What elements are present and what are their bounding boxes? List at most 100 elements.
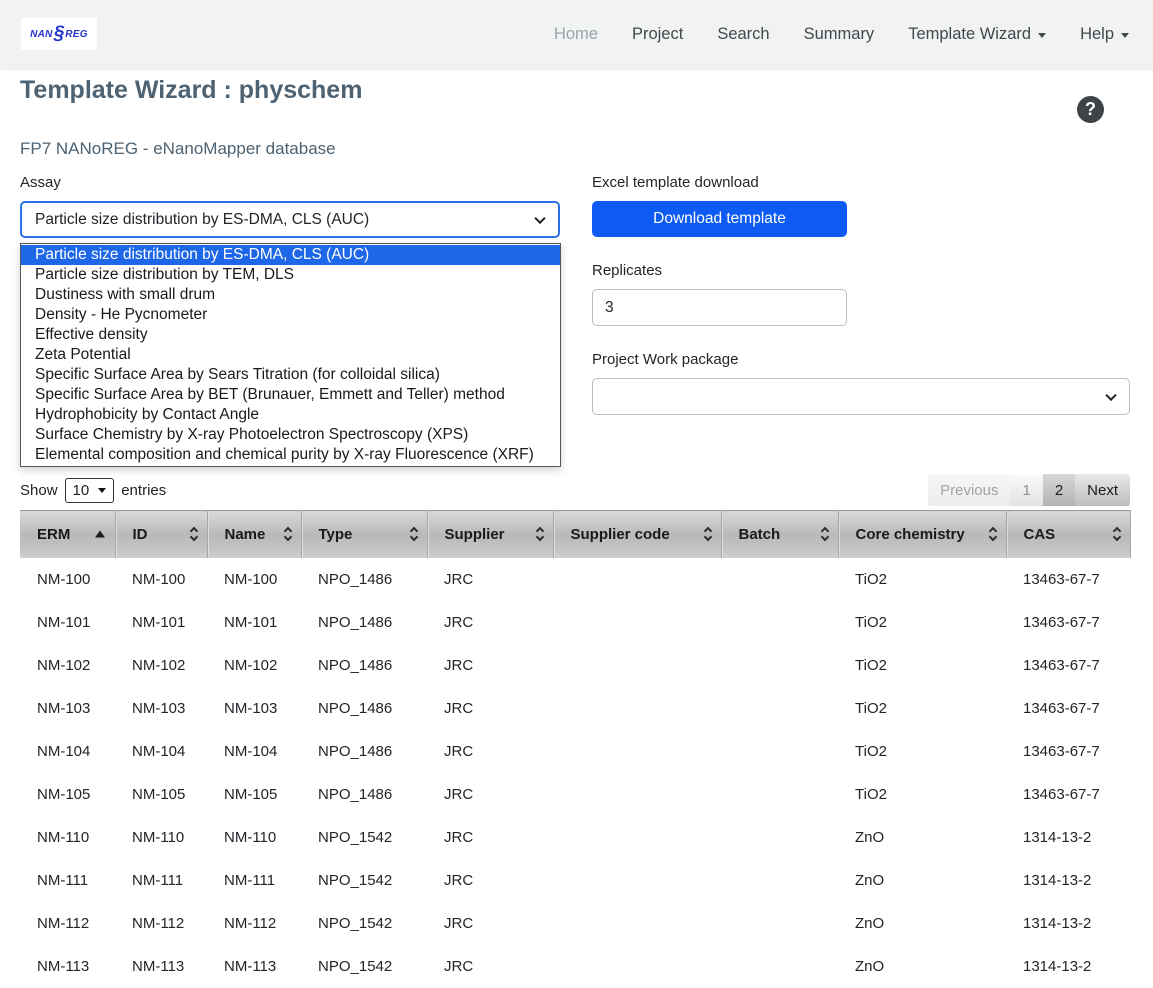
nav-item-label: Summary: [804, 25, 875, 44]
assay-option-label: Particle size distribution by TEM, DLS: [35, 266, 294, 283]
assay-option[interactable]: Surface Chemistry by X-ray Photoelectron…: [21, 425, 560, 445]
assay-option[interactable]: Zeta Potential: [21, 345, 560, 365]
cell-name: NM-102: [207, 644, 301, 687]
sort-icon: [95, 531, 105, 538]
pagination-button[interactable]: Previous: [928, 474, 1010, 506]
cell-name: NM-105: [207, 773, 301, 816]
sort-icon: [1114, 528, 1120, 540]
table-row[interactable]: NM-102 NM-102 NM-102 NPO_1486 JRC TiO2 1…: [20, 644, 1130, 687]
assay-option[interactable]: Particle size distribution by TEM, DLS: [21, 265, 560, 285]
cell-type: NPO_1542: [301, 945, 427, 988]
nav-item[interactable]: Summary: [804, 25, 875, 44]
column-header[interactable]: Batch: [721, 511, 838, 558]
excel-download-label: Excel template download: [592, 174, 1130, 192]
cell-supplier: JRC: [427, 558, 553, 601]
pagination-button[interactable]: 2: [1043, 474, 1075, 506]
cell-core-chemistry: ZnO: [838, 859, 1006, 902]
help-icon[interactable]: ?: [1077, 96, 1104, 123]
download-template-button[interactable]: Download template: [592, 201, 847, 237]
cell-batch: [721, 859, 838, 902]
cell-supplier: JRC: [427, 902, 553, 945]
cell-supplier-code: [553, 902, 721, 945]
column-header[interactable]: Name: [207, 511, 301, 558]
replicates-label: Replicates: [592, 262, 1130, 280]
assay-option[interactable]: Hydrophobicity by Contact Angle: [21, 405, 560, 425]
chevron-down-icon: [1121, 33, 1129, 38]
page-title: Template Wizard : physchem: [20, 76, 1130, 105]
logo-text-right: REG: [65, 29, 88, 40]
table-row[interactable]: NM-113 NM-113 NM-113 NPO_1542 JRC ZnO 13…: [20, 945, 1130, 988]
pagination-button[interactable]: Next: [1075, 474, 1130, 506]
table-row[interactable]: NM-104 NM-104 NM-104 NPO_1486 JRC TiO2 1…: [20, 730, 1130, 773]
cell-type: NPO_1486: [301, 687, 427, 730]
nav-item[interactable]: Help: [1080, 25, 1129, 44]
table-row[interactable]: NM-101 NM-101 NM-101 NPO_1486 JRC TiO2 1…: [20, 601, 1130, 644]
navbar: NAN § REG Home Project Search Summary: [0, 0, 1153, 68]
cell-name: NM-110: [207, 816, 301, 859]
table-row[interactable]: NM-112 NM-112 NM-112 NPO_1542 JRC ZnO 13…: [20, 902, 1130, 945]
assay-option-label: Hydrophobicity by Contact Angle: [35, 406, 259, 423]
table-row[interactable]: NM-103 NM-103 NM-103 NPO_1486 JRC TiO2 1…: [20, 687, 1130, 730]
column-header[interactable]: Core chemistry: [838, 511, 1006, 558]
work-package-select[interactable]: [592, 378, 1130, 415]
nanoreg-logo[interactable]: NAN § REG: [21, 18, 97, 50]
assay-select-value: Particle size distribution by ES-DMA, CL…: [35, 211, 369, 229]
cell-name: NM-101: [207, 601, 301, 644]
column-header[interactable]: Type: [301, 511, 427, 558]
assay-option-label: Elemental composition and chemical purit…: [35, 446, 534, 463]
sort-both-icon: [1114, 528, 1120, 540]
assay-option-label: Particle size distribution by ES-DMA, CL…: [35, 246, 369, 263]
nav-item[interactable]: Template Wizard: [908, 25, 1046, 44]
pagination-button[interactable]: 1: [1010, 474, 1042, 506]
cell-core-chemistry: TiO2: [838, 773, 1006, 816]
assay-column: Assay Particle size distribution by ES-D…: [20, 174, 560, 466]
chevron-down-icon: [98, 488, 106, 493]
assay-option[interactable]: Effective density: [21, 325, 560, 345]
page-content: Template Wizard : physchem ? FP7 NANoREG…: [0, 76, 1153, 988]
nav-item[interactable]: Search: [717, 25, 769, 44]
table-row[interactable]: NM-100 NM-100 NM-100 NPO_1486 JRC TiO2 1…: [20, 558, 1130, 601]
table-header: ERM ID: [20, 511, 1130, 558]
cell-id: NM-101: [115, 601, 207, 644]
nav-item-label: Search: [717, 25, 769, 44]
assay-select[interactable]: Particle size distribution by ES-DMA, CL…: [20, 201, 560, 238]
page-length-select[interactable]: 10: [65, 478, 115, 503]
cell-core-chemistry: TiO2: [838, 687, 1006, 730]
column-header[interactable]: CAS: [1006, 511, 1130, 558]
column-header[interactable]: Supplier: [427, 511, 553, 558]
cell-core-chemistry: ZnO: [838, 902, 1006, 945]
table-row[interactable]: NM-105 NM-105 NM-105 NPO_1486 JRC TiO2 1…: [20, 773, 1130, 816]
cell-erm: NM-100: [20, 558, 115, 601]
nav-item[interactable]: Project: [632, 25, 683, 44]
sort-icon: [285, 528, 291, 540]
cell-batch: [721, 558, 838, 601]
replicates-input[interactable]: [592, 289, 847, 326]
assay-option[interactable]: Dustiness with small drum: [21, 285, 560, 305]
table-row[interactable]: NM-111 NM-111 NM-111 NPO_1542 JRC ZnO 13…: [20, 859, 1130, 902]
assay-option[interactable]: Density - He Pycnometer: [21, 305, 560, 325]
cell-supplier: JRC: [427, 730, 553, 773]
cell-core-chemistry: ZnO: [838, 945, 1006, 988]
assay-option[interactable]: Specific Surface Area by BET (Brunauer, …: [21, 385, 560, 405]
sort-icon: [411, 528, 417, 540]
column-header[interactable]: ERM: [20, 511, 115, 558]
nav-menu: Home Project Search Summary Template Wiz…: [554, 25, 1129, 44]
nav-item[interactable]: Home: [554, 25, 598, 44]
assay-option[interactable]: Specific Surface Area by Sears Titration…: [21, 365, 560, 385]
assay-option[interactable]: Particle size distribution by ES-DMA, CL…: [21, 245, 560, 265]
column-header[interactable]: ID: [115, 511, 207, 558]
cell-supplier-code: [553, 644, 721, 687]
table-row[interactable]: NM-110 NM-110 NM-110 NPO_1542 JRC ZnO 13…: [20, 816, 1130, 859]
cell-erm: NM-113: [20, 945, 115, 988]
cell-supplier-code: [553, 601, 721, 644]
sort-both-icon: [537, 528, 543, 540]
cell-name: NM-100: [207, 558, 301, 601]
cell-core-chemistry: TiO2: [838, 601, 1006, 644]
cell-name: NM-104: [207, 730, 301, 773]
assay-option[interactable]: Elemental composition and chemical purit…: [21, 445, 560, 465]
column-header[interactable]: Supplier code: [553, 511, 721, 558]
cell-core-chemistry: ZnO: [838, 816, 1006, 859]
column-header-label: Batch: [739, 526, 781, 543]
work-package-label: Project Work package: [592, 351, 1130, 369]
cell-id: NM-103: [115, 687, 207, 730]
